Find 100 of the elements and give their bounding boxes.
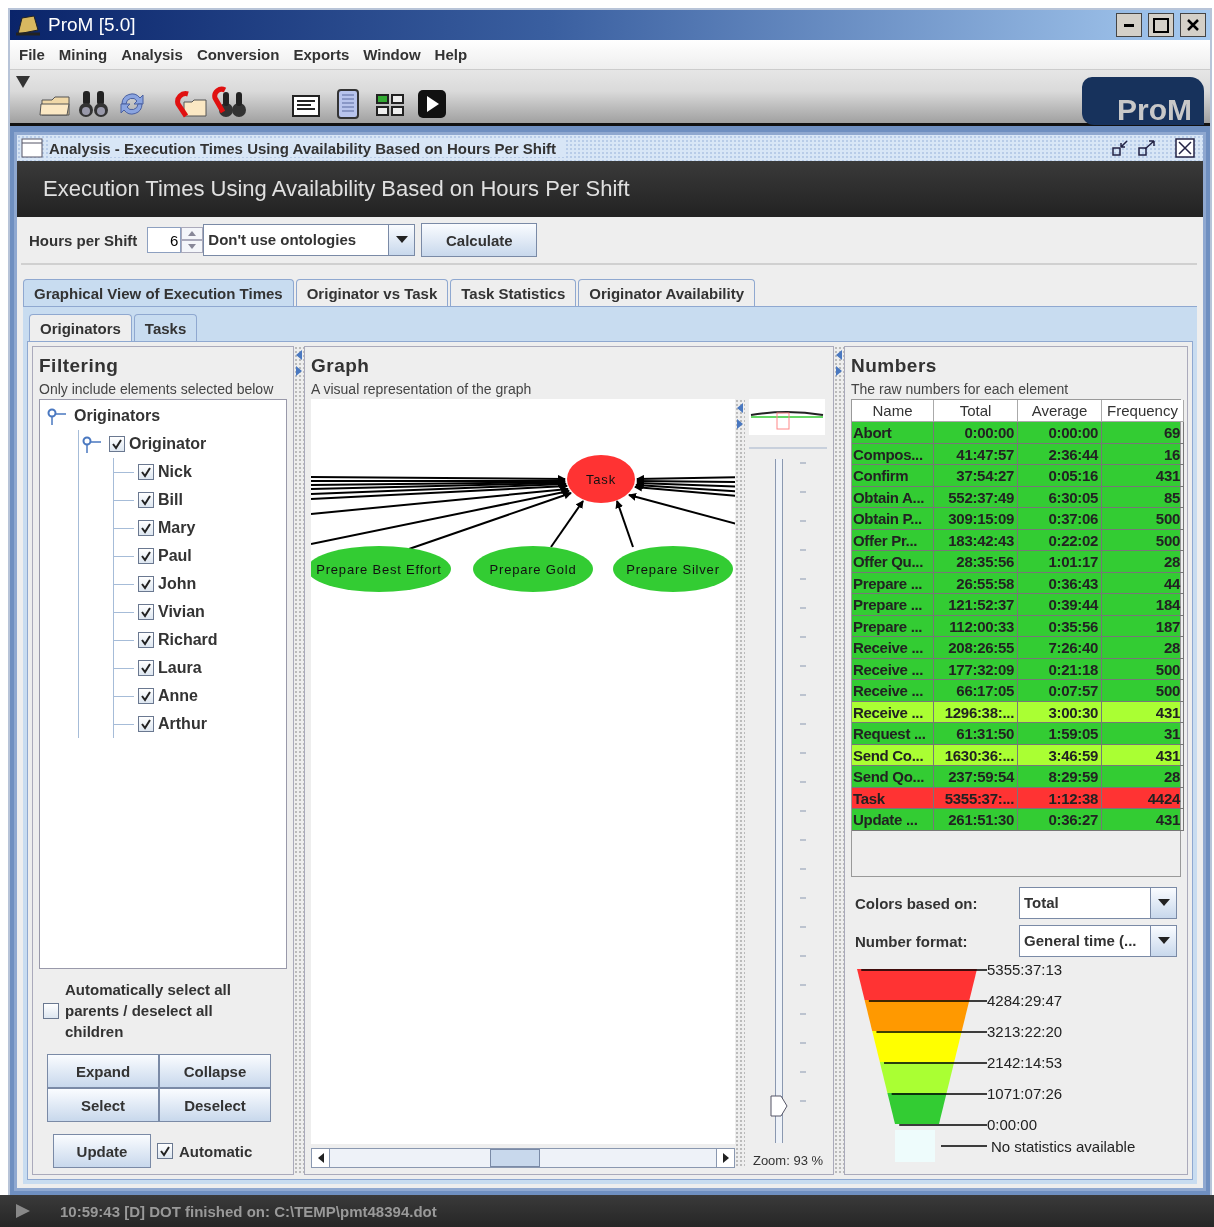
table-cell: 208:26:55	[934, 637, 1018, 659]
tab[interactable]: Task Statistics	[450, 279, 577, 306]
menu-item[interactable]: File	[14, 44, 50, 65]
table-cell: Update ...	[852, 809, 934, 831]
table-cell: 28	[1102, 637, 1184, 659]
tab[interactable]: Originator Availability	[578, 279, 756, 306]
tree-item[interactable]: Anne	[158, 687, 198, 705]
table-cell: 31	[1102, 723, 1184, 745]
left-arrow-icon[interactable]	[317, 1153, 324, 1163]
window-title: ProM [5.0]	[48, 14, 137, 36]
menu-item[interactable]: Mining	[53, 44, 113, 65]
column-header[interactable]: Total	[934, 400, 1018, 422]
legend-label: 1071:07:26	[987, 1084, 1063, 1104]
checkbox[interactable]	[138, 604, 154, 620]
action-button[interactable]: Collapse	[159, 1054, 271, 1088]
legend-label: 2142:14:53	[987, 1053, 1063, 1073]
table-cell: 121:52:37	[934, 594, 1018, 616]
checkbox[interactable]	[138, 716, 154, 732]
tree-item[interactable]: John	[158, 575, 197, 593]
tree-item[interactable]: Paul	[158, 547, 192, 565]
table-cell: Abort	[852, 422, 934, 444]
caret-icon	[395, 236, 408, 244]
panel-subtitle: Only include elements selected below	[39, 381, 275, 397]
tab[interactable]: Tasks	[133, 314, 198, 341]
ontology-dropdown[interactable]: Don't use ontologies	[203, 224, 416, 256]
down-arrow-icon	[188, 244, 197, 249]
colors-dropdown[interactable]: Total	[1019, 887, 1177, 919]
table-cell: Request ...	[852, 723, 934, 745]
table-cell: 7:26:40	[1018, 637, 1102, 659]
update-button[interactable]: Update	[53, 1134, 151, 1168]
checkbox[interactable]	[138, 688, 154, 704]
menu-item[interactable]: Conversion	[191, 44, 285, 65]
checkbox[interactable]	[109, 436, 125, 452]
minimize-button[interactable]	[1116, 13, 1142, 37]
tab[interactable]: Originator vs Task	[295, 279, 449, 306]
menu-item[interactable]: Help	[429, 44, 473, 65]
menu-item[interactable]: Exports	[288, 44, 355, 65]
checkbox[interactable]	[138, 520, 154, 536]
menu-item[interactable]: Window	[358, 44, 426, 65]
column-header[interactable]: Name	[852, 400, 934, 422]
spin-up-button[interactable]	[181, 227, 204, 240]
tree-item[interactable]: Mary	[158, 519, 196, 537]
tree-item[interactable]: Originators	[74, 407, 161, 425]
graph-node[interactable]: Prepare Best Effort	[311, 546, 451, 592]
logo: ProM	[1082, 77, 1204, 125]
dropdown-arrow-icon[interactable]	[16, 76, 30, 88]
column-header[interactable]: Average	[1018, 400, 1102, 422]
collapse-arrows-icon[interactable]	[835, 348, 843, 378]
tree-item[interactable]: Vivian	[158, 603, 205, 621]
spin-down-button[interactable]	[181, 240, 204, 253]
restore-icon[interactable]	[1111, 138, 1131, 158]
calculate-button[interactable]: Calculate	[421, 223, 538, 257]
collapse-arrows-icon[interactable]	[295, 348, 303, 378]
action-button[interactable]: Deselect	[159, 1088, 271, 1122]
tab[interactable]: Graphical View of Execution Times	[23, 279, 294, 306]
checkbox[interactable]	[157, 1143, 173, 1159]
table-cell: 431	[1102, 465, 1184, 487]
up-arrow-icon	[188, 231, 197, 236]
tree-item[interactable]: Arthur	[158, 715, 207, 733]
table-cell: Confirm	[852, 465, 934, 487]
tree-item[interactable]: Originator	[129, 435, 207, 453]
checkbox[interactable]	[43, 1002, 59, 1019]
scrollbar-thumb[interactable]	[490, 1149, 540, 1167]
graph-node[interactable]: Prepare Silver	[613, 546, 733, 592]
close-button[interactable]	[1180, 13, 1206, 37]
panel-subtitle: The raw numbers for each element	[851, 381, 1070, 397]
graph-node[interactable]: Prepare Gold	[473, 546, 593, 592]
checkbox[interactable]	[138, 576, 154, 592]
tree-item[interactable]: Richard	[158, 631, 218, 649]
number-field[interactable]: 6	[147, 227, 182, 253]
caret-icon	[1157, 899, 1170, 907]
checkbox[interactable]	[138, 632, 154, 648]
table-cell: Offer Qu...	[852, 551, 934, 573]
status-message: 10:59:43 [D] DOT finished on: C:\TEMP\pmt48394.dot	[60, 1202, 437, 1220]
table-cell: 0:39:44	[1018, 594, 1102, 616]
action-button[interactable]: Select	[47, 1088, 159, 1122]
format-dropdown[interactable]: General time (...	[1019, 925, 1177, 957]
slider-thumb[interactable]	[770, 1094, 788, 1117]
maximize-button[interactable]	[1148, 13, 1174, 37]
table-cell: 1:01:17	[1018, 551, 1102, 573]
checkbox[interactable]	[138, 660, 154, 676]
action-button[interactable]: Expand	[47, 1054, 159, 1088]
checkbox-label: Automatic	[179, 1142, 253, 1160]
menu-item[interactable]: Analysis	[116, 44, 188, 65]
checkbox[interactable]	[138, 492, 154, 508]
collapse-arrows-icon[interactable]	[736, 401, 744, 431]
right-arrow-icon[interactable]	[722, 1153, 729, 1163]
tree-item[interactable]: Nick	[158, 463, 192, 481]
field-label: Colors based on:	[855, 894, 979, 912]
horizontal-scrollbar[interactable]	[311, 1148, 735, 1168]
checkbox[interactable]	[138, 464, 154, 480]
minimize-icon	[1124, 23, 1134, 27]
graph-node[interactable]: Task	[567, 455, 635, 503]
tab[interactable]: Originators	[29, 314, 132, 341]
tree-item[interactable]: Laura	[158, 659, 202, 677]
table-cell: 37:54:27	[934, 465, 1018, 487]
table-cell: Prepare ...	[852, 594, 934, 616]
column-header[interactable]: Frequency	[1102, 400, 1184, 422]
tree-item[interactable]: Bill	[158, 491, 183, 509]
checkbox[interactable]	[138, 548, 154, 564]
